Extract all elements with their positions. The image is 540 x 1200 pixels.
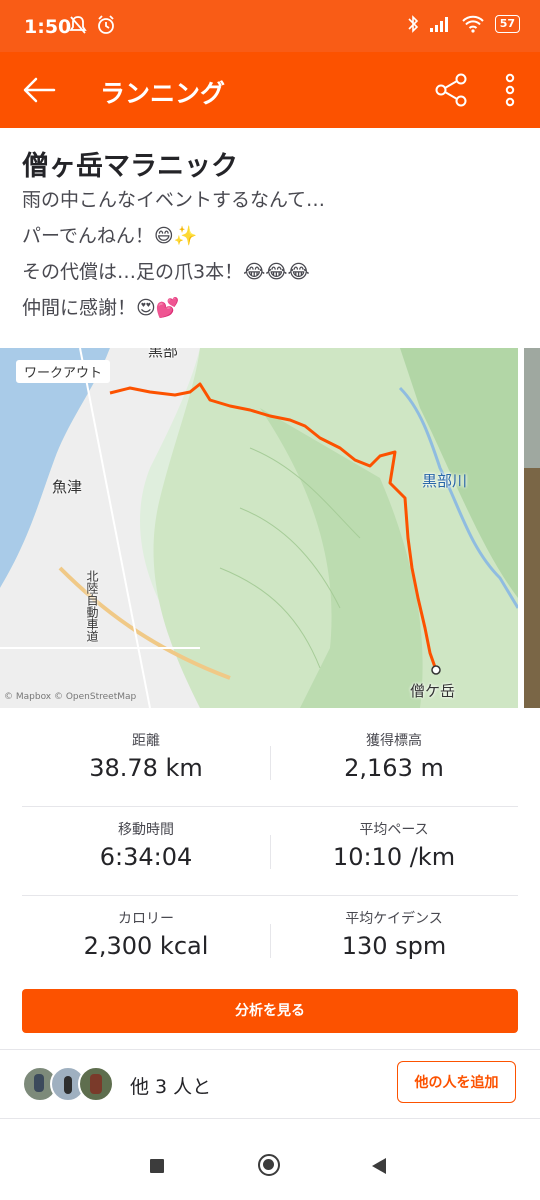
map-background	[0, 348, 518, 708]
stat-value: 2,163 m	[344, 754, 444, 782]
avatar	[78, 1066, 114, 1102]
stat-value: 6:34:04	[99, 843, 193, 871]
stat-label: 平均ケイデンス	[345, 911, 443, 927]
map-label-uozu: 魚津	[52, 478, 83, 496]
bluetooth-icon	[408, 15, 418, 33]
description-line: 雨の中こんなイベントするなんて…	[22, 189, 326, 211]
section-divider	[0, 1049, 540, 1050]
stats-row: カロリー 2,300 kcal 平均ケイデンス 130 spm	[22, 896, 518, 984]
stat-value: 38.78 km	[89, 754, 203, 782]
workout-badge: ワークアウト	[16, 360, 111, 383]
mute-notification-icon	[69, 16, 87, 34]
stat-label: 平均ペース	[359, 822, 429, 838]
home-icon[interactable]	[258, 1154, 280, 1176]
status-bar: 1:50 57	[0, 0, 540, 52]
stats-row: 移動時間 6:34:04 平均ペース 10:10 /km	[22, 807, 518, 896]
stat-value: 2,300 kcal	[83, 932, 209, 960]
photo-thumbnail[interactable]	[524, 348, 540, 708]
stat-moving-time: 移動時間 6:34:04	[22, 819, 270, 871]
status-right-icons: 57	[407, 14, 520, 34]
stat-avg-cadence: 平均ケイデンス 130 spm	[270, 908, 518, 960]
status-time: 1:50	[24, 16, 72, 38]
stat-value: 130 spm	[341, 932, 447, 960]
system-nav-bar	[0, 1136, 540, 1200]
stats-grid: 距離 38.78 km 獲得標高 2,163 m 移動時間 6:34:04 平均…	[22, 718, 518, 984]
more-menu-icon[interactable]	[498, 70, 522, 110]
page-title: ランニング	[100, 79, 226, 108]
map-label-kurobe: 黒部	[148, 348, 179, 360]
nav-back-icon[interactable]	[372, 1158, 386, 1174]
section-divider	[0, 1118, 540, 1119]
stat-avg-pace: 平均ペース 10:10 /km	[270, 819, 518, 871]
battery-icon: 57	[494, 15, 520, 33]
stat-label: 獲得標高	[366, 733, 422, 749]
share-icon[interactable]	[432, 70, 472, 110]
view-analysis-button[interactable]: 分析を見る	[22, 989, 518, 1033]
stat-value: 10:10 /km	[332, 843, 456, 871]
map-attribution: © Mapbox © OpenStreetMap	[4, 692, 137, 702]
alarm-icon	[98, 15, 114, 34]
description-line: パーでんねん！😄✨	[22, 225, 198, 247]
activity-title: 僧ヶ岳マラニック	[22, 151, 238, 182]
athlete-avatars[interactable]	[22, 1066, 118, 1102]
with-others-text: 他 3 人と	[130, 1076, 212, 1098]
map-label-river: 黒部川	[422, 472, 468, 490]
map-label-peak: 僧ケ岳	[410, 682, 456, 700]
stat-label: カロリー	[118, 911, 174, 927]
route-map[interactable]: ワークアウト 黒部 魚津 黒部川 僧ケ岳 北陸自動車道 © Mapbox © O…	[0, 348, 518, 708]
description-line: 仲間に感謝！😍💕	[22, 297, 180, 319]
wifi-icon	[461, 15, 484, 33]
stat-label: 移動時間	[118, 822, 174, 838]
add-others-button[interactable]: 他の人を追加	[397, 1061, 516, 1103]
stat-elevation-gain: 獲得標高 2,163 m	[270, 730, 518, 782]
stat-label: 距離	[132, 733, 160, 749]
stat-distance: 距離 38.78 km	[22, 730, 270, 782]
stat-calories: カロリー 2,300 kcal	[22, 908, 270, 960]
status-left-icons	[68, 14, 116, 36]
stats-row: 距離 38.78 km 獲得標高 2,163 m	[22, 718, 518, 807]
map-label-expressway: 北陸自動車道	[85, 570, 99, 642]
activity-description: 雨の中こんなイベントするなんて… パーでんねん！😄✨ その代償は…足の爪3本！😂…	[22, 186, 522, 330]
cell-signal-icon	[429, 17, 448, 32]
app-bar: ランニング	[0, 52, 540, 128]
recent-apps-icon[interactable]	[150, 1159, 164, 1173]
back-arrow-icon[interactable]	[20, 72, 60, 108]
description-line: その代償は…足の爪3本！😂😂😂	[22, 261, 310, 283]
